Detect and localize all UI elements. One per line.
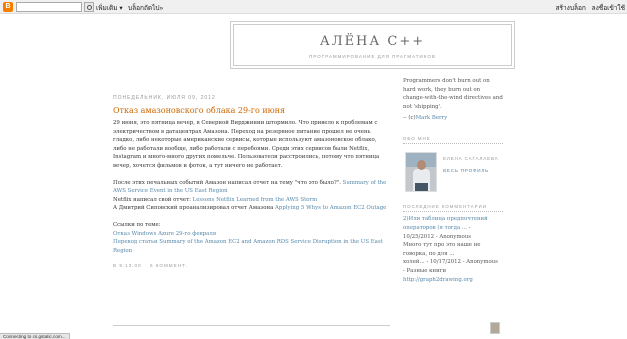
azure-outage-link[interactable]: Отказ Windows Azure 29-го февраля	[113, 231, 216, 237]
navbar-search-input[interactable]	[16, 2, 82, 12]
blog-title[interactable]: АЛЁНА С++	[234, 34, 511, 49]
related-links-title: Ссылки по теме:	[113, 221, 161, 228]
navbar-more-menu[interactable]: เพิ่มเติม ▾	[96, 3, 123, 13]
comment-meta: холей... - 10/17/2012 - Anonymous	[403, 259, 498, 266]
post-text: После этих печальных событий Амазон напи…	[113, 179, 343, 186]
navbar-next-blog-link[interactable]: บล็อกถัดไป»	[128, 3, 163, 13]
view-profile-link[interactable]: ВЕСЬ ПРОФИЛЬ	[443, 168, 489, 173]
search-icon[interactable]	[84, 2, 94, 12]
navbar-account-links: สร้างบล็อก ลงชื่อเข้าใช้	[552, 3, 625, 13]
comment-text: - Разные книги	[403, 267, 447, 274]
post-timestamp[interactable]: В 9:13:00	[113, 263, 142, 268]
about-me-heading: ОБО МНЕ	[403, 136, 503, 145]
five-whys-link[interactable]: Applying 5 Whys to Amazon EC2 Outage	[275, 205, 386, 211]
profile-widget: ЕЛЕНА САГАЛАЕВА ВЕСЬ ПРОФИЛЬ	[403, 152, 503, 193]
comment-link[interactable]: 2)Или таблица предпочтений операторов (я…	[403, 216, 488, 231]
recent-comments-heading: ПОСЛЕДНИЕ КОММЕНТАРИИ	[403, 204, 503, 213]
quote-author-link[interactable]: Mark Berry	[416, 115, 448, 121]
recent-comments-list: 2)Или таблица предпочтений операторов (я…	[403, 215, 503, 284]
blogger-logo-icon[interactable]: B	[3, 2, 13, 12]
profile-name[interactable]: ЕЛЕНА САГАЛАЕВА	[443, 156, 499, 161]
post-divider	[113, 325, 390, 326]
sign-in-link[interactable]: ลงชื่อเข้าใช้	[592, 5, 625, 12]
blog-header: АЛЁНА С++ ПРОГРАММИРОВАНИЕ ДЛЯ ПРАГМАТИК…	[230, 21, 515, 69]
blog-description: ПРОГРАММИРОВАНИЕ ДЛЯ ПРАГМАТИКОВ	[309, 54, 436, 59]
comment-text: Много тут про это наше не говорка, по дл…	[403, 242, 481, 257]
sidebar: Programmers don't burn out on hard work,…	[403, 77, 503, 284]
avatar[interactable]	[405, 152, 437, 193]
create-blog-link[interactable]: สร้างบล็อก	[556, 5, 586, 12]
post-paragraph: 29 июня, это пятница вечер, в Северной В…	[113, 120, 380, 169]
post-paragraph-links: После этих печальных событий Амазон напи…	[113, 179, 390, 213]
netflix-lessons-link[interactable]: Lessons Netflix Learned from the AWS Sto…	[193, 197, 318, 203]
post-comments-link[interactable]: 6 КОММЕНТ.	[150, 263, 188, 268]
sidebar-quote: Programmers don't burn out on hard work,…	[403, 78, 503, 110]
browser-status-bar: Connecting to cs.gstatic.com...	[0, 333, 70, 339]
main-column: ПОНЕДЕЛЬНИК, ИЮЛЯ 09, 2012 Отказ амазоно…	[113, 95, 390, 326]
blogger-navbar: B เพิ่มเติม ▾ บล็อกถัดไป» สร้างบล็อก ลงช…	[0, 0, 627, 14]
quote-prefix: -- (c)	[403, 115, 416, 122]
blog-header-inner: АЛЁНА С++ ПРОГРАММИРОВАНИЕ ДЛЯ ПРАГМАТИК…	[233, 24, 512, 66]
avatar-figure-lower	[415, 183, 428, 192]
related-links: Ссылки по теме: Отказ Windows Azure 29-г…	[113, 221, 390, 255]
post-title[interactable]: Отказ амазоновского облака 29-го июня	[113, 106, 390, 115]
post-body: 29 июня, это пятница вечер, в Северной В…	[113, 119, 390, 255]
comment-link[interactable]: http://graph2drawing.org	[403, 277, 473, 283]
post-text: А Дмитрий Сиповский проанализировал отче…	[113, 205, 275, 212]
quote-attribution: -- (c)Mark Berry	[403, 115, 503, 121]
comment-thumbnail	[490, 322, 500, 334]
post-date: ПОНЕДЕЛЬНИК, ИЮЛЯ 09, 2012	[113, 95, 216, 101]
post-text: Netflix написал свой отчет:	[113, 196, 193, 203]
translation-link[interactable]: Перевод статьи Summary of the Amazon EC2…	[113, 239, 383, 254]
post-footer: В 9:13:00 6 КОММЕНТ.	[113, 263, 390, 268]
